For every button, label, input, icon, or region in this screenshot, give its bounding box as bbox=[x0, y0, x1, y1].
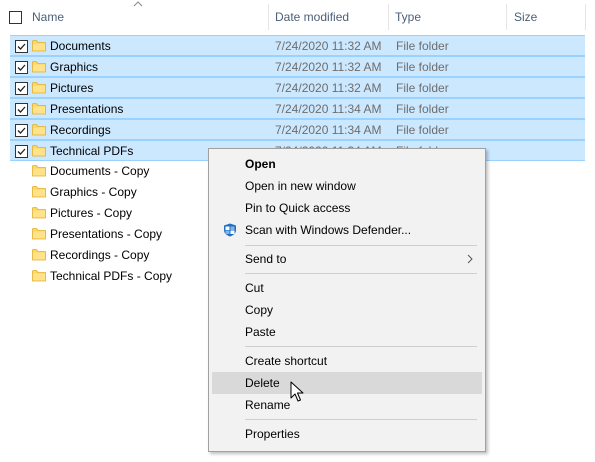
row-checkbox[interactable] bbox=[15, 40, 28, 53]
folder-icon bbox=[32, 61, 46, 73]
checkmark-icon bbox=[17, 148, 26, 155]
file-name: Recordings bbox=[50, 123, 111, 137]
file-name: Presentations - Copy bbox=[50, 227, 163, 241]
menu-item-open-new-window[interactable]: Open in new window bbox=[212, 175, 482, 197]
row-checkbox[interactable] bbox=[15, 61, 28, 74]
menu-item-create-shortcut[interactable]: Create shortcut bbox=[212, 350, 482, 372]
folder-icon bbox=[32, 228, 46, 240]
column-divider[interactable] bbox=[506, 4, 507, 30]
column-size[interactable]: Size bbox=[514, 10, 537, 24]
row-checkbox[interactable] bbox=[15, 103, 28, 116]
menu-item-delete[interactable]: Delete bbox=[212, 372, 482, 394]
menu-separator bbox=[245, 273, 477, 274]
menu-item-copy[interactable]: Copy bbox=[212, 299, 482, 321]
column-divider[interactable] bbox=[388, 4, 389, 30]
file-name: Technical PDFs - Copy bbox=[50, 269, 173, 283]
menu-item-send-to[interactable]: Send to bbox=[212, 248, 482, 270]
checkmark-icon bbox=[17, 127, 26, 134]
file-type: File folder bbox=[396, 81, 449, 95]
menu-separator bbox=[245, 245, 477, 246]
file-name: Recordings - Copy bbox=[50, 248, 150, 262]
menu-item-paste[interactable]: Paste bbox=[212, 321, 482, 343]
file-row[interactable]: Recordings 7/24/2020 11:34 AM File folder bbox=[10, 119, 585, 140]
column-divider[interactable] bbox=[585, 4, 586, 30]
context-menu: Open Open in new window Pin to Quick acc… bbox=[208, 148, 486, 452]
windows-defender-shield-icon bbox=[224, 223, 236, 237]
menu-item-label: Copy bbox=[245, 303, 274, 317]
menu-separator bbox=[245, 346, 477, 347]
file-name: Presentations bbox=[50, 102, 124, 116]
file-date-modified: 7/24/2020 11:34 AM bbox=[275, 123, 382, 137]
file-row[interactable]: Presentations 7/24/2020 11:34 AM File fold… bbox=[10, 98, 585, 119]
menu-item-label: Pin to Quick access bbox=[245, 201, 351, 215]
file-row[interactable]: Graphics 7/24/2020 11:32 AM File folder bbox=[10, 56, 585, 77]
folder-icon bbox=[32, 207, 46, 219]
column-type[interactable]: Type bbox=[395, 10, 421, 24]
menu-item-label: Scan with Windows Defender... bbox=[245, 223, 412, 237]
file-type: File folder bbox=[396, 39, 449, 53]
menu-item-label: Delete bbox=[245, 376, 280, 390]
folder-icon bbox=[32, 124, 46, 136]
column-name[interactable]: Name bbox=[32, 10, 64, 24]
folder-icon bbox=[32, 270, 46, 282]
menu-item-rename[interactable]: Rename bbox=[212, 394, 482, 416]
folder-icon bbox=[32, 40, 46, 52]
select-all-checkbox[interactable] bbox=[9, 11, 22, 24]
folder-icon bbox=[32, 103, 46, 115]
file-date-modified: 7/24/2020 11:32 AM bbox=[275, 60, 382, 74]
checkmark-icon bbox=[17, 64, 26, 71]
menu-item-label: Paste bbox=[245, 325, 276, 339]
file-name: Technical PDFs bbox=[50, 144, 134, 158]
checkmark-icon bbox=[17, 43, 26, 50]
file-name: Documents - Copy bbox=[50, 164, 150, 178]
file-name: Graphics - Copy bbox=[50, 185, 137, 199]
folder-icon bbox=[32, 145, 46, 157]
menu-item-scan-defender[interactable]: Scan with Windows Defender... bbox=[212, 219, 482, 241]
file-type: File folder bbox=[396, 123, 449, 137]
row-checkbox[interactable] bbox=[15, 145, 28, 158]
menu-item-label: Cut bbox=[245, 281, 264, 295]
menu-item-label: Rename bbox=[245, 398, 291, 412]
checkmark-icon bbox=[17, 106, 26, 113]
file-name: Documents bbox=[50, 39, 111, 53]
file-date-modified: 7/24/2020 11:32 AM bbox=[275, 39, 382, 53]
menu-separator bbox=[245, 419, 477, 420]
menu-item-pin-quick-access[interactable]: Pin to Quick access bbox=[212, 197, 482, 219]
folder-icon bbox=[32, 186, 46, 198]
menu-item-label: Open bbox=[245, 157, 276, 171]
file-name: Pictures - Copy bbox=[50, 206, 133, 220]
menu-item-cut[interactable]: Cut bbox=[212, 277, 482, 299]
menu-item-label: Properties bbox=[245, 427, 300, 441]
menu-item-label: Open in new window bbox=[245, 179, 356, 193]
chevron-right-icon bbox=[467, 254, 473, 264]
column-date-modified[interactable]: Date modified bbox=[275, 10, 349, 24]
folder-icon bbox=[32, 165, 46, 177]
row-checkbox[interactable] bbox=[15, 82, 28, 95]
menu-item-properties[interactable]: Properties bbox=[212, 423, 482, 445]
file-name: Graphics bbox=[50, 60, 99, 74]
menu-item-label: Create shortcut bbox=[245, 354, 328, 368]
column-header-bar: Name Date modified Type Size bbox=[0, 0, 595, 34]
file-name: Pictures bbox=[50, 81, 94, 95]
file-row[interactable]: Documents 7/24/2020 11:32 AM File folder bbox=[10, 35, 585, 56]
folder-icon bbox=[32, 82, 46, 94]
checkmark-icon bbox=[17, 85, 26, 92]
file-date-modified: 7/24/2020 11:34 AM bbox=[275, 102, 382, 116]
sort-ascending-icon bbox=[133, 1, 143, 7]
column-divider[interactable] bbox=[268, 4, 269, 30]
menu-item-open[interactable]: Open bbox=[212, 153, 482, 175]
mouse-pointer-icon bbox=[290, 381, 304, 402]
file-row[interactable]: Pictures 7/24/2020 11:32 AM File folder bbox=[10, 77, 585, 98]
folder-icon bbox=[32, 249, 46, 261]
file-type: File folder bbox=[396, 102, 449, 116]
row-checkbox[interactable] bbox=[15, 124, 28, 137]
menu-item-label: Send to bbox=[245, 252, 287, 266]
file-type: File folder bbox=[396, 60, 449, 74]
file-date-modified: 7/24/2020 11:32 AM bbox=[275, 81, 382, 95]
